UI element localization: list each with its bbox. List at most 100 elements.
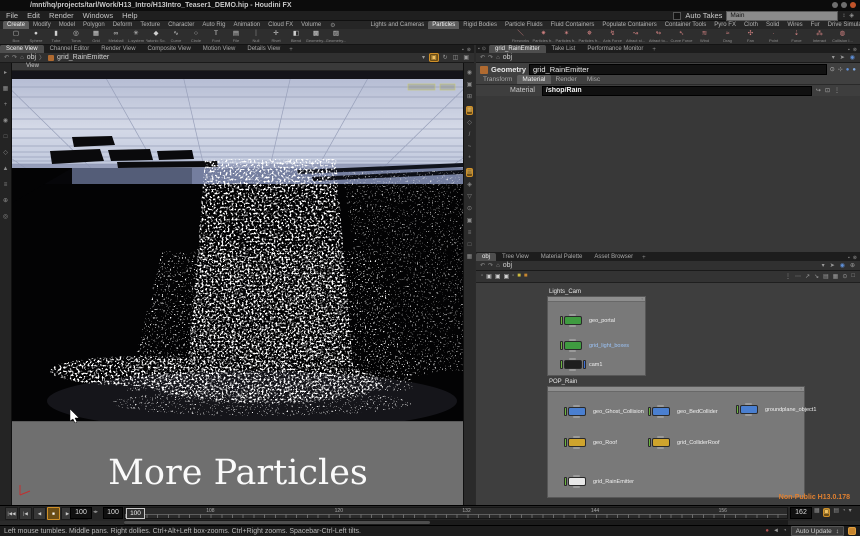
playbar-option-icon[interactable]: ▤	[833, 508, 839, 517]
pane-tab[interactable]: Material Palette	[535, 253, 589, 261]
pane-tab[interactable]: Details View	[241, 45, 286, 53]
material-path-field[interactable]	[542, 86, 812, 96]
network-tool-icon[interactable]: ▣	[495, 273, 501, 280]
pane-tab[interactable]: Composite View	[142, 45, 197, 53]
home-icon[interactable]: ⌂	[496, 55, 500, 61]
shelf-tab[interactable]: Pyro FX	[710, 21, 740, 29]
range-end-field[interactable]: 162	[790, 507, 812, 519]
network-node[interactable]: geo_BedCollider	[648, 406, 718, 417]
display-flag[interactable]	[564, 407, 567, 416]
breadcrumb-root[interactable]: obj	[503, 262, 512, 269]
gear-icon[interactable]: ⊹	[838, 66, 843, 73]
pane-tab[interactable]: grid_RainEmitter	[489, 45, 546, 53]
shelf-tab[interactable]: Deform	[109, 21, 137, 29]
node-icon[interactable]	[564, 316, 582, 325]
op-jump-icon[interactable]: ↪	[816, 87, 821, 94]
render-flag[interactable]	[587, 438, 590, 447]
network-tool-icon[interactable]: ▫	[481, 273, 483, 280]
shelf-tool-button[interactable]: ∿Curve	[166, 29, 186, 44]
network-tool-icon[interactable]: ⋯	[795, 273, 801, 280]
toolbar-icon[interactable]: ▸	[4, 70, 7, 77]
display-option-icon[interactable]: /	[469, 132, 471, 139]
shelf-tool-button[interactable]: ➴Curve Force	[670, 29, 693, 44]
shelf-tab[interactable]: Solid	[762, 21, 783, 29]
display-option-icon[interactable]: *	[468, 156, 470, 163]
toolbar-icon[interactable]: □	[4, 134, 8, 141]
maximize-button[interactable]	[841, 2, 847, 8]
display-option-icon[interactable]: ≡	[468, 230, 472, 237]
auto-update-select[interactable]: Auto Update ↕	[791, 526, 844, 536]
forward-icon[interactable]: ↷	[488, 54, 493, 61]
menu-help[interactable]: Help	[122, 11, 137, 20]
display-option-icon[interactable]: ◇	[467, 120, 472, 127]
render-flag[interactable]	[583, 316, 586, 325]
pane-tab[interactable]: Scene View	[0, 45, 44, 53]
network-tool-icon[interactable]: ▤	[823, 273, 829, 280]
transport-button[interactable]: |◀	[19, 507, 32, 520]
shelf-tab[interactable]: Character	[164, 21, 198, 29]
pane-tab[interactable]: Performance Monitor	[581, 45, 649, 53]
display-flag[interactable]	[564, 477, 567, 486]
param-menu-icon[interactable]: ⋮	[834, 87, 840, 94]
shelf-tab[interactable]: Polygon	[79, 21, 109, 29]
network-node[interactable]: grid_ColliderRoof	[648, 437, 720, 448]
display-option-icon[interactable]: ▣	[467, 218, 473, 225]
network-node[interactable]: grid_light_boxes	[560, 340, 629, 351]
pane-tab[interactable]: Channel Editor	[44, 45, 96, 53]
world-icon[interactable]: ◉	[849, 54, 856, 61]
network-box-header[interactable]: ▫	[548, 387, 804, 392]
forward-icon[interactable]: ↷	[488, 262, 493, 269]
display-flag[interactable]	[648, 438, 651, 447]
network-node[interactable]: geo_portal	[560, 315, 615, 326]
display-option-icon[interactable]: ⊙	[467, 206, 472, 213]
back-icon[interactable]: ↶	[480, 262, 485, 269]
shelf-tab[interactable]: Texture	[136, 21, 164, 29]
range-lock-icons[interactable]: ◂▸	[93, 509, 98, 515]
toolbar-icon[interactable]: ▲	[3, 166, 9, 173]
shelf-tool-button[interactable]: ◧Blend	[286, 29, 306, 44]
shelf-tab[interactable]: Container Tools	[661, 21, 711, 29]
current-frame-marker[interactable]: 100	[126, 508, 145, 519]
shelf-tool-button[interactable]: ✣Fan	[739, 29, 762, 44]
display-flag[interactable]	[560, 341, 563, 350]
display-flag[interactable]	[560, 316, 563, 325]
pane-tab[interactable]: Asset Browser	[588, 253, 639, 261]
minimize-button[interactable]	[832, 2, 838, 8]
shelf-tool-button[interactable]: ↬Attract to...	[647, 29, 670, 44]
shelf-tool-button[interactable]: ▤File	[226, 29, 246, 44]
toolbar-icon[interactable]: +	[4, 102, 8, 109]
jump-icon[interactable]: ➤	[839, 54, 846, 61]
shelf-tab[interactable]: Populate Containers	[598, 21, 660, 29]
help-icon[interactable]: ●	[846, 67, 850, 73]
toolbar-icon[interactable]: ◉	[3, 118, 8, 125]
shelf-tab[interactable]: Auto Rig	[198, 21, 229, 29]
scene-viewport[interactable]: View	[12, 63, 463, 505]
network-node[interactable]: geo_Roof	[564, 437, 617, 448]
shelf-tool-button[interactable]: ∞Metaball	[106, 29, 126, 44]
playbar-option-icon[interactable]: ▣	[823, 508, 831, 517]
node-icon[interactable]	[564, 360, 582, 369]
transport-button[interactable]: |◀◀	[5, 507, 18, 520]
shelf-tool-button[interactable]: TFont	[206, 29, 226, 44]
shelf-tab[interactable]: Model	[55, 21, 79, 29]
node-name-field[interactable]	[529, 64, 827, 75]
back-icon[interactable]: ↶	[480, 54, 485, 61]
network-tool-icon[interactable]: ↘	[814, 273, 819, 280]
select-node-icon[interactable]: ⊙	[830, 66, 835, 73]
breadcrumb-root[interactable]: obj	[503, 54, 512, 61]
pane-link-icon[interactable]: ⊙	[482, 46, 486, 52]
shelf-gear-icon[interactable]: ⚙	[330, 22, 335, 29]
network-tool-icon[interactable]: ↗	[805, 273, 810, 280]
shelf-tool-button[interactable]: ·Point	[762, 29, 785, 44]
network-tool-icon[interactable]: ⊙	[842, 273, 847, 280]
shelf-tool-button[interactable]: ○Circle	[186, 29, 206, 44]
display-flag[interactable]	[736, 405, 739, 414]
network-node[interactable]: grid_RainEmitter	[564, 476, 634, 487]
memory-status-icon[interactable]	[848, 527, 856, 535]
world-icon[interactable]: ◉	[839, 262, 846, 269]
network-tool-icon[interactable]: ■	[517, 273, 521, 280]
shelf-tool-button[interactable]: ⁂Interact	[808, 29, 831, 44]
display-option-icon[interactable]: □	[468, 242, 472, 249]
cook-mode-icon[interactable]: ◔	[783, 528, 787, 534]
audio-icon[interactable]: ◄	[773, 528, 779, 534]
